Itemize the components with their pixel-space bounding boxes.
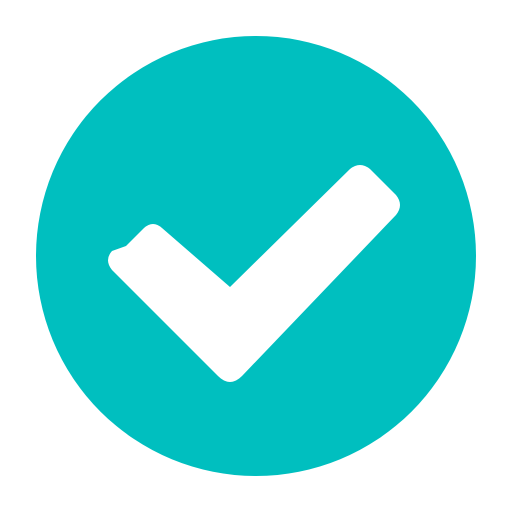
icon-canvas [0,0,512,512]
check-circle-icon [36,36,476,476]
circle-background [36,36,476,476]
